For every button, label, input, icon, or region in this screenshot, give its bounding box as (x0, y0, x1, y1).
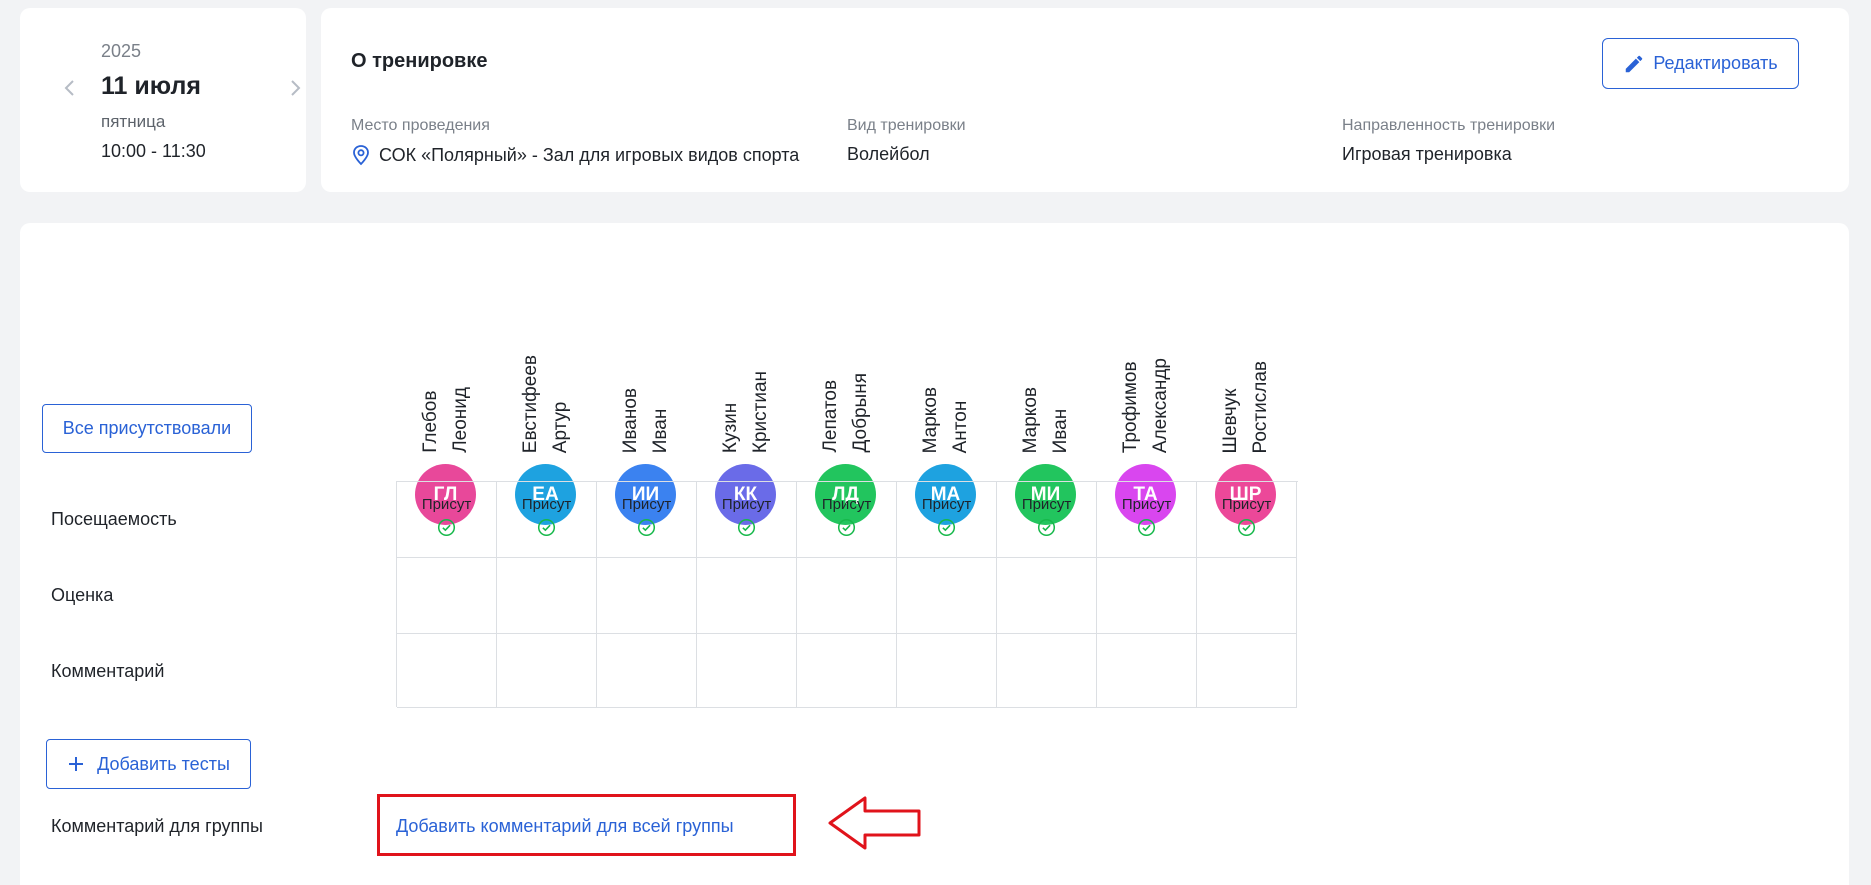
check-circle-icon (437, 518, 456, 537)
date-card: 2025 11 июля пятница 10:00 - 11:30 (20, 8, 306, 192)
grade-cell[interactable] (597, 558, 697, 634)
all-present-label: Все присутствовали (62, 418, 232, 438)
athlete-name: Марков Антон (908, 283, 984, 453)
athlete-name: Марков Иван (1008, 283, 1084, 453)
grade-cell[interactable] (1097, 558, 1197, 634)
attendance-cell[interactable]: Присут (1197, 482, 1297, 558)
attendance-row-label: Посещаемость (51, 509, 177, 529)
attendance-cell[interactable]: Присут (897, 482, 997, 558)
attendance-status: Присут (421, 496, 472, 513)
all-present-button[interactable]: Все присутствовали (42, 404, 252, 453)
attendance-cell[interactable]: Присут (497, 482, 597, 558)
place-label: Место проведения (351, 117, 490, 134)
annotation-arrow-icon (828, 796, 921, 850)
athlete-name: Глебов Леонид (408, 283, 484, 453)
direction-value: Игровая тренировка (1342, 144, 1512, 164)
plus-icon (69, 757, 84, 771)
check-circle-icon (1237, 518, 1256, 537)
attendance-cell[interactable]: Присут (597, 482, 697, 558)
check-circle-icon (1037, 518, 1056, 537)
edit-button[interactable]: Редактировать (1602, 38, 1799, 89)
attendance-status: Присут (921, 496, 972, 513)
edit-button-label: Редактировать (1653, 53, 1778, 73)
grade-cell[interactable] (797, 558, 897, 634)
attendance-status: Присут (821, 496, 872, 513)
comment-cell[interactable] (997, 634, 1097, 708)
athlete-name: Трофимов Александр (1108, 283, 1184, 453)
check-circle-icon (1137, 518, 1156, 537)
date-time: 10:00 - 11:30 (101, 141, 206, 161)
group-comment-label: Комментарий для группы (51, 816, 263, 836)
chevron-left-icon[interactable] (62, 78, 78, 98)
athlete-name-text: Кузин Кристиан (720, 370, 771, 453)
attendance-status: Присут (1021, 496, 1072, 513)
attendance-status: Присут (1221, 496, 1272, 513)
comment-cell[interactable] (497, 634, 597, 708)
add-tests-button[interactable]: Добавить тесты (46, 739, 251, 789)
direction-label: Направленность тренировки (1342, 117, 1556, 134)
attendance-cell[interactable]: Присут (797, 482, 897, 558)
grade-cell[interactable] (397, 558, 497, 634)
date-weekday: пятница (101, 112, 166, 131)
attendance-cell[interactable]: Присут (697, 482, 797, 558)
check-circle-icon (937, 518, 956, 537)
check-circle-icon (537, 518, 556, 537)
date-year: 2025 (101, 41, 142, 61)
athlete-name-text: Марков Антон (920, 386, 971, 453)
attendance-cell[interactable]: Присут (997, 482, 1097, 558)
check-circle-icon (737, 518, 756, 537)
comment-cell[interactable] (1097, 634, 1197, 708)
location-pin-icon (353, 145, 369, 166)
comment-cell[interactable] (397, 634, 497, 708)
attendance-status: Присут (621, 496, 672, 513)
grade-cell[interactable] (897, 558, 997, 634)
attendance-status: Присут (1121, 496, 1172, 513)
athlete-name-text: Марков Иван (1020, 386, 1071, 453)
check-circle-icon (837, 518, 856, 537)
athlete-name: Кузин Кристиан (708, 283, 784, 453)
athlete-name-text: Лепатов Добрыня (820, 373, 871, 453)
chevron-right-icon[interactable] (287, 78, 303, 98)
grade-cell[interactable] (497, 558, 597, 634)
grade-row-label: Оценка (51, 585, 114, 605)
attendance-cell[interactable]: Присут (397, 482, 497, 558)
athlete-name-text: Евстифеев Артур (520, 354, 571, 453)
training-info-card: О тренировке Редактировать Место проведе… (321, 8, 1849, 192)
place-value: СОК «Полярный» - Зал для игровых видов с… (351, 144, 799, 166)
comment-cell[interactable] (897, 634, 997, 708)
comment-cell[interactable] (797, 634, 897, 708)
attendance-status: Присут (521, 496, 572, 513)
date-day: 11 июля (101, 72, 201, 100)
attendance-cell[interactable]: Присут (1097, 482, 1197, 558)
journal-card: Все присутствовали Посещаемость Оценка К… (20, 223, 1849, 885)
add-group-comment-link[interactable]: Добавить комментарий для всей группы (396, 816, 734, 837)
comment-cell[interactable] (597, 634, 697, 708)
add-tests-label: Добавить тесты (97, 753, 230, 774)
comment-cell[interactable] (697, 634, 797, 708)
athlete-name-text: Иванов Иван (620, 387, 671, 453)
comment-cell[interactable] (1197, 634, 1297, 708)
check-circle-icon (637, 518, 656, 537)
type-value: Волейбол (847, 144, 930, 164)
pencil-icon (1626, 55, 1643, 72)
type-label: Вид тренировки (847, 117, 966, 134)
grade-cell[interactable] (997, 558, 1097, 634)
journal-grid: Присут Присут Присут Присут Присут Присут Прис… (396, 481, 1298, 708)
athlete-name: Евстифеев Артур (508, 283, 584, 453)
athlete-name-text: Трофимов Александр (1120, 357, 1171, 453)
comment-row-label: Комментарий (51, 661, 165, 681)
athlete-name-text: Шевчук Ростислав (1220, 360, 1271, 453)
athlete-name-text: Глебов Леонид (420, 387, 471, 453)
grade-cell[interactable] (1197, 558, 1297, 634)
attendance-status: Присут (721, 496, 772, 513)
athlete-name: Иванов Иван (608, 283, 684, 453)
grade-cell[interactable] (697, 558, 797, 634)
info-title: О тренировке (351, 50, 488, 72)
athlete-name: Шевчук Ростислав (1208, 283, 1284, 453)
place-value-text: СОК «Полярный» - Зал для игровых видов с… (379, 144, 800, 165)
athlete-name: Лепатов Добрыня (808, 283, 884, 453)
